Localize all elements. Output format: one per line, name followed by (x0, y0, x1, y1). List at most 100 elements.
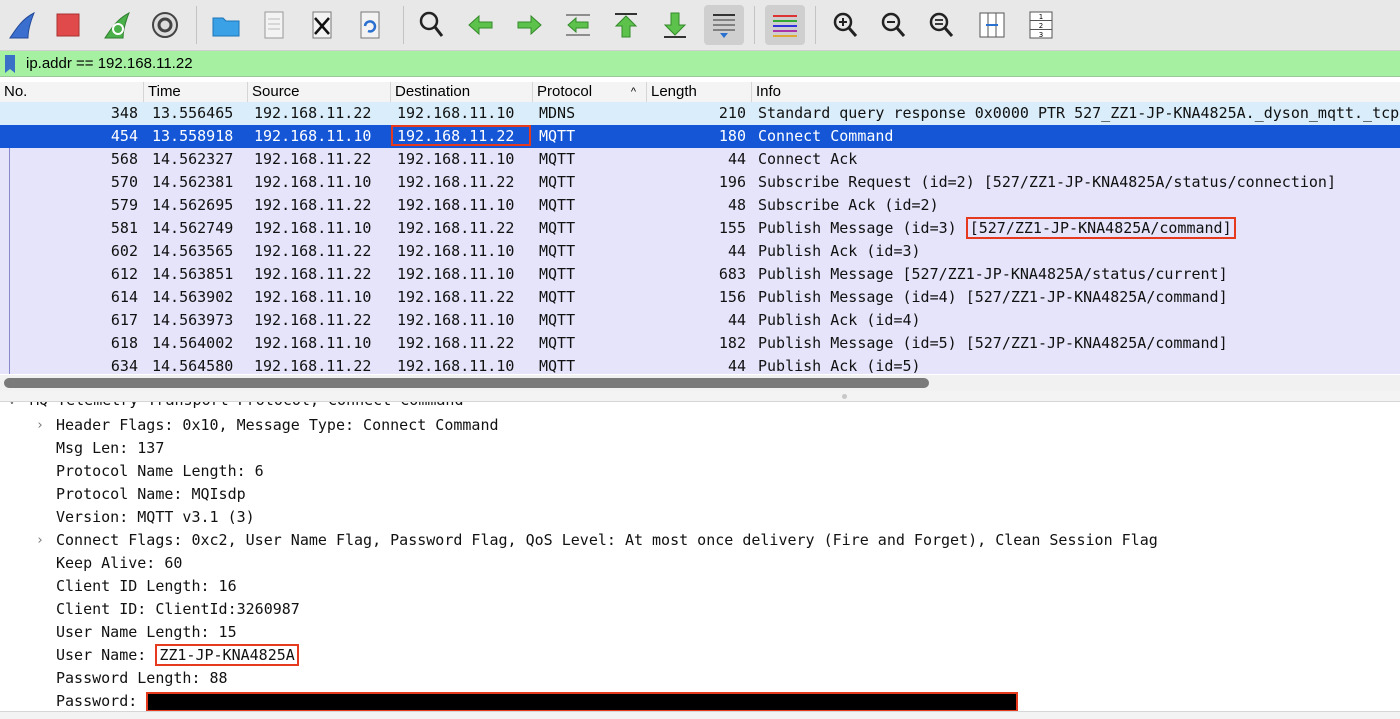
packet-row[interactable]: 570 14.562381 192.168.11.10 192.168.11.2… (0, 171, 1400, 194)
password-redaction-box (146, 691, 1019, 712)
svg-text:3: 3 (1039, 31, 1043, 39)
details-tree-item[interactable]: User Name: ZZ1-JP-KNA4825A (0, 644, 1400, 667)
packet-details-pane: ∨ MQ Telemetry Transport Protocol, Conne… (0, 402, 1400, 718)
colorize-icon[interactable] (765, 5, 805, 45)
details-tree-item[interactable]: Keep Alive: 60 (0, 552, 1400, 575)
packet-length: 44 (727, 150, 746, 168)
details-tree-item[interactable]: Password Length: 88 (0, 667, 1400, 690)
collapse-chevron-icon[interactable]: ∨ (8, 402, 16, 412)
column-header-length[interactable]: Length (647, 82, 752, 102)
packet-protocol: MQTT (539, 265, 576, 283)
first-packet-icon[interactable] (606, 5, 646, 45)
packet-length: 44 (727, 311, 746, 329)
restart-fin-icon[interactable] (97, 5, 137, 45)
display-filter-input[interactable]: ip.addr == 192.168.11.22 (26, 53, 193, 74)
packet-no: 634 (110, 357, 138, 374)
expand-chevron-icon[interactable]: › (36, 529, 44, 552)
resize-columns-icon[interactable] (972, 5, 1012, 45)
column-header-source[interactable]: Source (248, 82, 391, 102)
packet-no: 614 (110, 288, 138, 306)
packet-length: 44 (727, 357, 746, 374)
column-header-time[interactable]: Time (144, 82, 248, 102)
zoom-normal-icon[interactable] (922, 5, 962, 45)
details-line: Keep Alive: 60 (56, 554, 183, 572)
packet-info: Publish Message (id=4) [527/ZZ1-JP-KNA48… (758, 288, 1228, 306)
packet-row[interactable]: 634 14.564580 192.168.11.22 192.168.11.1… (0, 355, 1400, 374)
packet-info: Connect Command (758, 127, 894, 145)
packet-row[interactable]: 348 13.556465 192.168.11.22 192.168.11.1… (0, 102, 1400, 125)
packet-time: 14.563565 (152, 242, 234, 260)
column-header-destination[interactable]: Destination (391, 82, 533, 102)
column-header-no[interactable]: No. (0, 82, 144, 102)
details-tree-item[interactable]: › Connect Flags: 0xc2, User Name Flag, P… (0, 529, 1400, 552)
details-tree-item[interactable]: Protocol Name: MQIsdp (0, 483, 1400, 506)
packet-row[interactable]: 568 14.562327 192.168.11.22 192.168.11.1… (0, 148, 1400, 171)
find-packet-icon[interactable] (412, 5, 452, 45)
close-file-icon[interactable] (302, 5, 342, 45)
packet-no: 579 (110, 196, 138, 214)
go-back-arrow-icon[interactable] (461, 5, 501, 45)
open-folder-icon[interactable] (206, 5, 246, 45)
packet-protocol: MQTT (539, 242, 576, 260)
scrollbar-thumb[interactable] (4, 378, 929, 388)
details-line: Connect Flags: 0xc2, User Name Flag, Pas… (56, 531, 1158, 549)
details-tree-item[interactable]: Protocol Name Length: 6 (0, 460, 1400, 483)
packet-row-selected[interactable]: 454 13.558918 192.168.11.10 192.168.11.2… (0, 125, 1400, 148)
packet-no: 618 (110, 334, 138, 352)
shark-fin-start-icon[interactable] (2, 5, 42, 45)
column-header-protocol[interactable]: Protocol ^ (533, 82, 647, 102)
details-line: User Name Length: 15 (56, 623, 237, 641)
packet-list-horizontal-scrollbar[interactable] (0, 375, 1400, 391)
stop-square-icon[interactable] (48, 5, 88, 45)
packet-info: Subscribe Request (id=2) [527/ZZ1-JP-KNA… (758, 173, 1336, 191)
packet-protocol: MQTT (539, 357, 576, 374)
packet-time: 14.563902 (152, 288, 234, 306)
splitter-handle[interactable] (842, 394, 847, 399)
details-tree-item[interactable]: › Header Flags: 0x10, Message Type: Conn… (0, 414, 1400, 437)
packet-length: 182 (718, 334, 746, 352)
zoom-in-icon[interactable] (826, 5, 866, 45)
packet-row[interactable]: 602 14.563565 192.168.11.22 192.168.11.1… (0, 240, 1400, 263)
packet-row[interactable]: 612 14.563851 192.168.11.22 192.168.11.1… (0, 263, 1400, 286)
layout-panes-icon[interactable]: 123 (1021, 5, 1061, 45)
packet-row[interactable]: 579 14.562695 192.168.11.22 192.168.11.1… (0, 194, 1400, 217)
column-header-info[interactable]: Info (752, 82, 1400, 102)
packet-row[interactable]: 617 14.563973 192.168.11.22 192.168.11.1… (0, 309, 1400, 332)
reload-file-icon[interactable] (350, 5, 390, 45)
bookmark-icon[interactable] (4, 55, 16, 73)
go-to-packet-icon[interactable] (558, 5, 598, 45)
svg-text:2: 2 (1039, 22, 1043, 30)
packet-no: 602 (110, 242, 138, 260)
save-file-icon[interactable] (254, 5, 294, 45)
packet-row[interactable]: 614 14.563902 192.168.11.10 192.168.11.2… (0, 286, 1400, 309)
pane-splitter[interactable] (0, 391, 1400, 402)
details-tree-item[interactable]: Client ID Length: 16 (0, 575, 1400, 598)
go-forward-arrow-icon[interactable] (509, 5, 549, 45)
details-line: Protocol Name Length: 6 (56, 462, 264, 480)
packet-source: 192.168.11.22 (254, 357, 372, 374)
packet-time: 14.562695 (152, 196, 234, 214)
details-tree-item[interactable]: User Name Length: 15 (0, 621, 1400, 644)
packet-info: Standard query response 0x0000 PTR 527_Z… (758, 104, 1400, 122)
details-line-label: User Name: (56, 646, 156, 664)
packet-length: 44 (727, 242, 746, 260)
packet-time: 14.562381 (152, 173, 234, 191)
details-tree-item[interactable]: Password: (0, 690, 1400, 713)
details-tree-item[interactable]: Client ID: ClientId:3260987 (0, 598, 1400, 621)
packet-row[interactable]: 618 14.564002 192.168.11.10 192.168.11.2… (0, 332, 1400, 355)
packet-info: Connect Ack (758, 150, 858, 168)
packet-list: 348 13.556465 192.168.11.22 192.168.11.1… (0, 102, 1400, 374)
details-line: Password: (56, 690, 1019, 713)
autoscroll-icon[interactable] (704, 5, 744, 45)
details-tree-item[interactable]: Msg Len: 137 (0, 437, 1400, 460)
last-packet-icon[interactable] (655, 5, 695, 45)
packet-length: 683 (718, 265, 746, 283)
packet-no: 454 (110, 127, 138, 145)
details-tree-item[interactable]: Version: MQTT v3.1 (3) (0, 506, 1400, 529)
details-line: Client ID Length: 16 (56, 577, 237, 595)
expand-chevron-icon[interactable]: › (36, 414, 44, 437)
packet-protocol: MQTT (539, 196, 576, 214)
capture-options-gear-icon[interactable] (145, 5, 185, 45)
packet-row[interactable]: 581 14.562749 192.168.11.10 192.168.11.2… (0, 217, 1400, 240)
zoom-out-icon[interactable] (874, 5, 914, 45)
